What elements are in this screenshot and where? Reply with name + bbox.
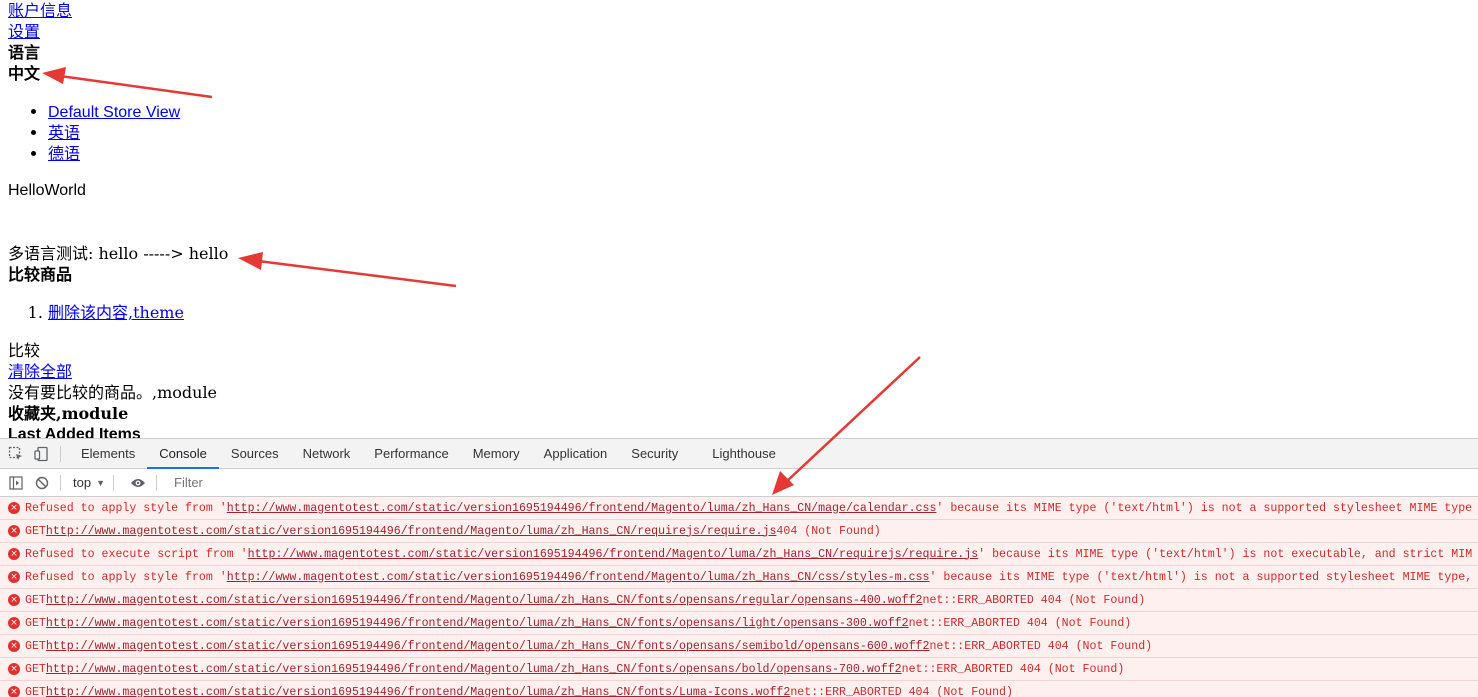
error-resource-link[interactable]: http://www.magentotest.com/static/versio… <box>46 525 777 538</box>
error-message-suffix: ' because its MIME type ('text/html') is… <box>929 571 1472 584</box>
error-message-prefix: GET <box>25 640 46 653</box>
language-link-default-store-view[interactable]: Default Store View <box>48 104 180 121</box>
error-message-suffix: net::ERR_ABORTED 404 (Not Found) <box>902 663 1125 676</box>
error-message-prefix: GET <box>25 594 46 607</box>
console-error-row: × GET http://www.magentotest.com/static/v… <box>0 612 1478 635</box>
devtools-panel: Elements Console Sources Network Perform… <box>0 438 1478 696</box>
tab-application[interactable]: Application <box>532 439 620 468</box>
tab-lighthouse[interactable]: Lighthouse <box>700 439 788 468</box>
tab-elements[interactable]: Elements <box>69 439 147 468</box>
console-error-row: × GET http://www.magentotest.com/static/v… <box>0 589 1478 612</box>
console-error-row: × GET http://www.magentotest.com/static/v… <box>0 635 1478 658</box>
error-message-suffix: net::ERR_ABORTED 404 (Not Found) <box>790 686 1013 697</box>
error-icon: × <box>8 571 20 583</box>
eye-icon[interactable] <box>128 473 148 493</box>
separator <box>113 475 114 491</box>
separator <box>60 475 61 491</box>
error-resource-link[interactable]: http://www.magentotest.com/static/versio… <box>248 548 979 561</box>
last-added-heading: Last Added Items <box>8 424 141 438</box>
sidebar-toggle-icon[interactable] <box>6 473 26 493</box>
error-icon: × <box>8 594 20 606</box>
error-icon: × <box>8 686 20 697</box>
multi-language-test-text: 多语言测试: hello -----> hello <box>8 243 228 264</box>
console-messages: ×Refused to apply style from 'http://www… <box>0 497 1478 697</box>
console-error-row: × GET http://www.magentotest.com/static/v… <box>0 520 1478 543</box>
list-item: 英语 <box>48 122 180 143</box>
tab-network[interactable]: Network <box>291 439 363 468</box>
current-language: 中文 <box>8 63 40 84</box>
tab-sources[interactable]: Sources <box>219 439 291 468</box>
console-toolbar: top ▼ <box>0 469 1478 497</box>
compare-list: 删除该内容,theme <box>8 302 184 323</box>
filter-input[interactable] <box>172 474 476 491</box>
error-message-prefix: GET <box>25 663 46 676</box>
language-link-english[interactable]: 英语 <box>48 123 80 142</box>
error-icon: × <box>8 640 20 652</box>
console-error-row: × Refused to apply style from 'http://www… <box>0 566 1478 589</box>
triangle-down-icon: ▼ <box>96 478 105 488</box>
error-icon: × <box>8 617 20 629</box>
tab-memory[interactable]: Memory <box>461 439 532 468</box>
error-message-prefix: Refused to apply style from ' <box>25 502 227 515</box>
error-message-prefix: GET <box>25 617 46 630</box>
error-message-suffix: net::ERR_ABORTED 404 (Not Found) <box>929 640 1152 653</box>
console-error-row: × Refused to apply style from 'http://www… <box>0 497 1478 520</box>
language-list: Default Store View 英语 德语 <box>8 101 180 164</box>
error-resource-link[interactable]: http://www.magentotest.com/static/versio… <box>46 594 923 607</box>
compare-heading: 比较商品 <box>8 264 72 285</box>
account-info-link[interactable]: 账户信息 <box>8 1 72 20</box>
error-message-suffix: 404 (Not Found) <box>776 525 880 538</box>
list-item: Default Store View <box>48 101 180 122</box>
separator <box>156 475 157 491</box>
console-error-row: × GET http://www.magentotest.com/static/v… <box>0 658 1478 681</box>
separator <box>60 446 61 462</box>
error-resource-link[interactable]: http://www.magentotest.com/static/versio… <box>227 571 930 584</box>
delete-compare-item-link[interactable]: 删除该内容,theme <box>48 303 184 322</box>
hello-text: HelloWorld <box>8 180 86 201</box>
context-selector[interactable]: top ▼ <box>73 475 105 490</box>
error-icon: × <box>8 525 20 537</box>
error-resource-link[interactable]: http://www.magentotest.com/static/versio… <box>46 663 902 676</box>
page-content: 账户信息 设置 语言 中文 Default Store View 英语 德语 H… <box>8 0 1468 438</box>
list-item: 德语 <box>48 143 180 164</box>
error-message-prefix: GET <box>25 686 46 697</box>
error-message-prefix: GET <box>25 525 46 538</box>
error-resource-link[interactable]: http://www.magentotest.com/static/versio… <box>46 686 790 697</box>
device-toolbar-icon[interactable] <box>32 444 52 464</box>
error-resource-link[interactable]: http://www.magentotest.com/static/versio… <box>46 617 909 630</box>
error-message-suffix: net::ERR_ABORTED 404 (Not Found) <box>923 594 1146 607</box>
console-error-row: × Refused to execute script from 'http://… <box>0 543 1478 566</box>
error-resource-link[interactable]: http://www.magentotest.com/static/versio… <box>227 502 937 515</box>
context-selector-label: top <box>73 475 91 490</box>
error-message-suffix: ' because its MIME type ('text/html') is… <box>936 502 1472 515</box>
error-message-prefix: Refused to apply style from ' <box>25 571 227 584</box>
error-resource-link[interactable]: http://www.magentotest.com/static/versio… <box>46 640 930 653</box>
tab-console[interactable]: Console <box>147 439 219 468</box>
list-item: 删除该内容,theme <box>48 302 184 323</box>
wishlist-heading: 收藏夹,module <box>8 403 128 424</box>
language-link-german[interactable]: 德语 <box>48 144 80 163</box>
error-icon: × <box>8 502 20 514</box>
no-compare-text: 没有要比较的商品。,module <box>8 382 217 403</box>
inspect-element-icon[interactable] <box>6 444 26 464</box>
error-icon: × <box>8 548 20 560</box>
error-message-suffix: net::ERR_ABORTED 404 (Not Found) <box>909 617 1132 630</box>
error-message-prefix: Refused to execute script from ' <box>25 548 248 561</box>
compare-label: 比较 <box>8 340 40 361</box>
clear-all-link[interactable]: 清除全部 <box>8 362 72 381</box>
tab-security[interactable]: Security <box>619 439 690 468</box>
error-icon: × <box>8 663 20 675</box>
clear-console-icon[interactable] <box>32 473 52 493</box>
tab-performance[interactable]: Performance <box>362 439 460 468</box>
error-message-suffix: ' because its MIME type ('text/html') is… <box>978 548 1472 561</box>
devtools-tabbar: Elements Console Sources Network Perform… <box>0 439 1478 469</box>
settings-link[interactable]: 设置 <box>8 22 40 41</box>
language-heading: 语言 <box>8 42 40 63</box>
console-filter[interactable] <box>171 471 1478 494</box>
